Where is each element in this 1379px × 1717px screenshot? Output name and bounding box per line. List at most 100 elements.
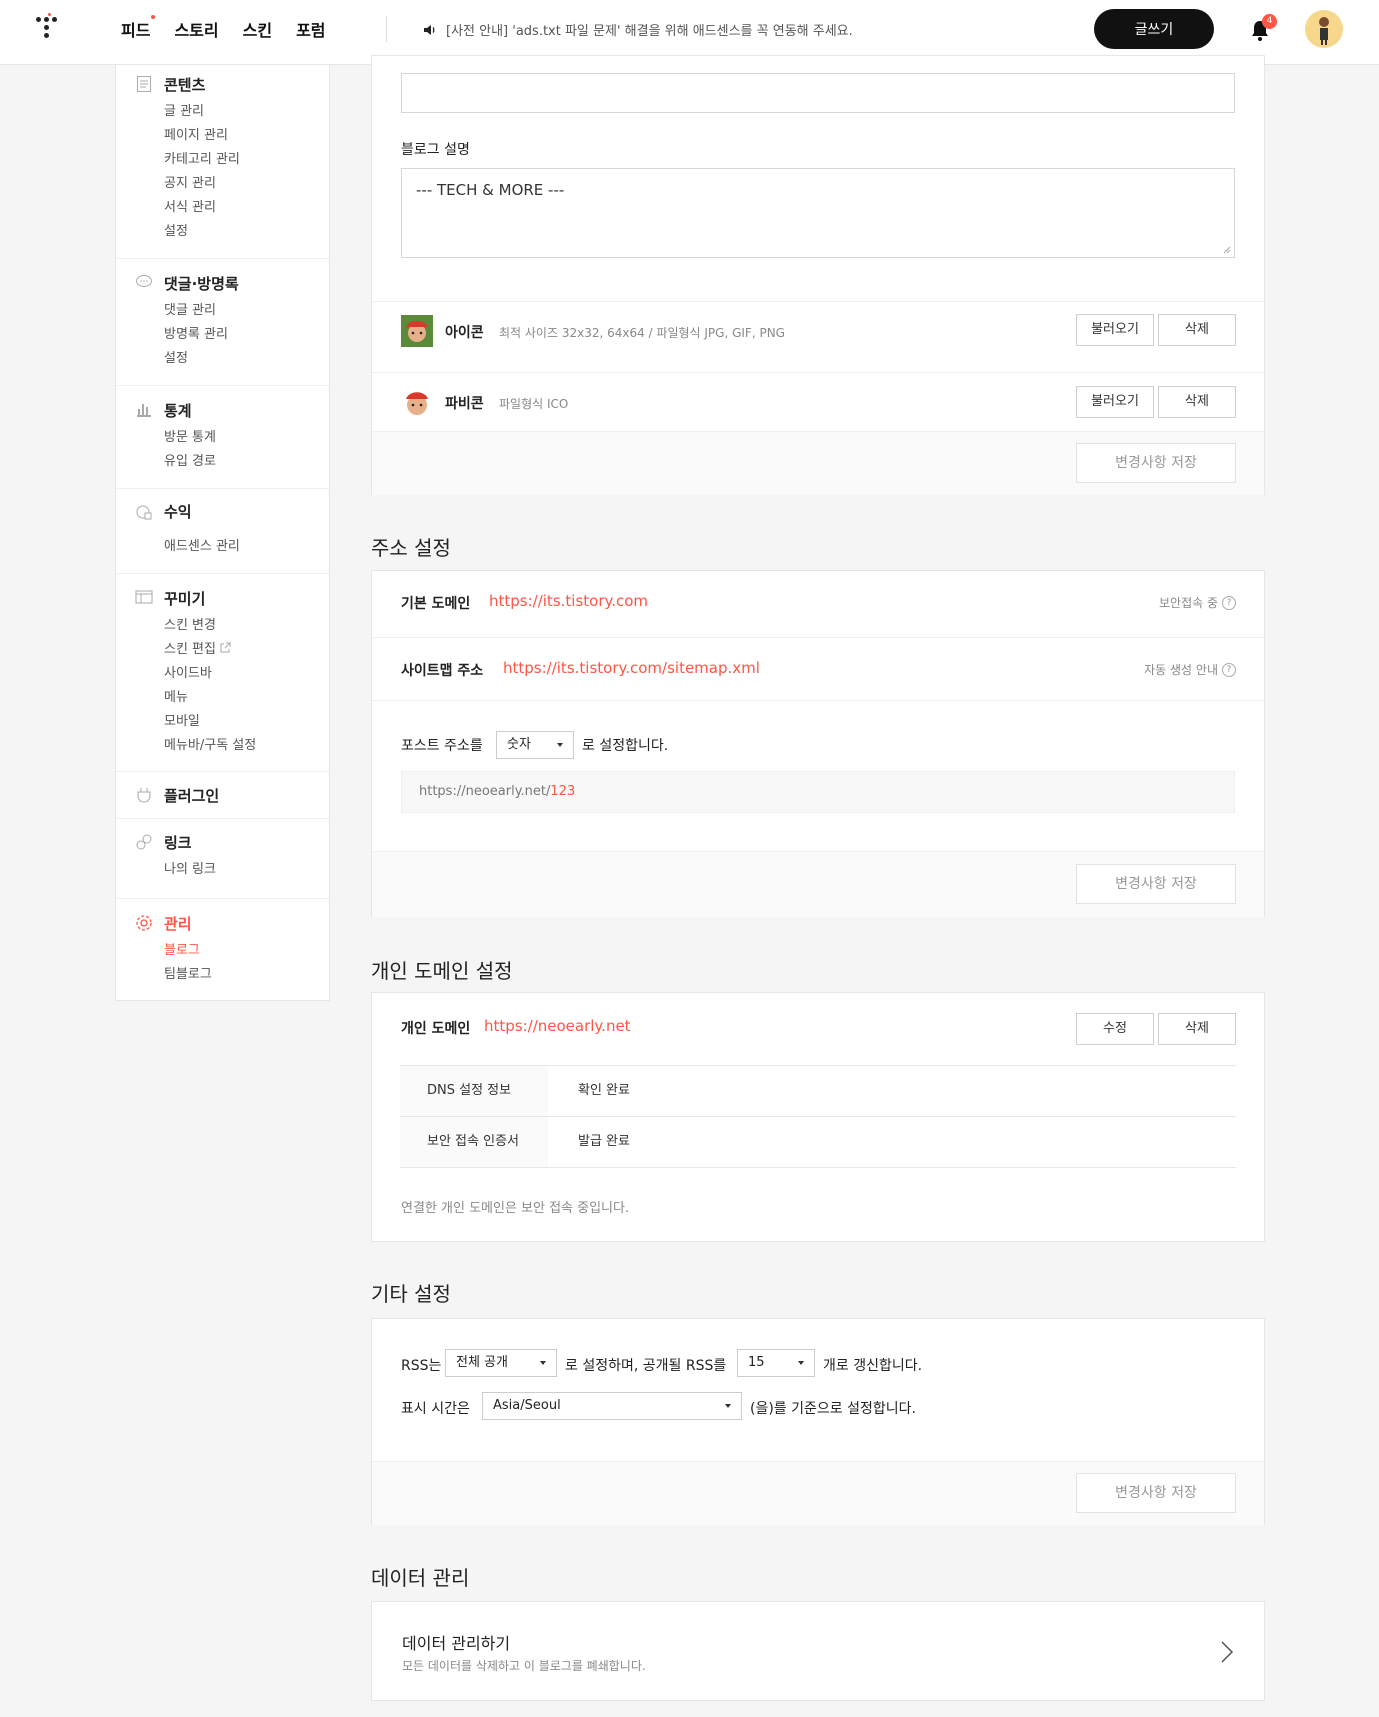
sidebar-item-comment-settings[interactable]: 설정 (164, 347, 228, 371)
sidebar-item-my-links[interactable]: 나의 링크 (164, 858, 216, 882)
sidebar-item-skin-edit[interactable]: 스킨 편집 (164, 638, 256, 662)
save-bar: 변경사항 저장 (372, 1461, 1264, 1525)
nav-skin[interactable]: 스킨 (243, 17, 272, 41)
custom-domain-link[interactable]: https://neoearly.net (484, 1017, 631, 1035)
resize-grip-icon[interactable] (1223, 246, 1231, 254)
address-panel: 기본 도메인 https://its.tistory.com 보안접속 중? 사… (371, 570, 1265, 917)
sitemap-help[interactable]: 자동 생성 안내? (1144, 661, 1236, 678)
secure-access-help[interactable]: 보안접속 중? (1159, 594, 1236, 611)
post-address-select[interactable]: 숫자 (496, 731, 574, 759)
new-dot (151, 15, 156, 19)
sidebar-item-menu[interactable]: 메뉴 (164, 686, 256, 710)
notice-text: [사전 안내] 'ads.txt 파일 문제' 해결을 위해 애드센스를 꼭 연… (446, 24, 853, 39)
sidebar-item-content-settings[interactable]: 설정 (164, 220, 240, 244)
sidebar-item-blog[interactable]: 블로그 (164, 939, 212, 963)
default-domain-link[interactable]: https://its.tistory.com (489, 592, 648, 610)
sidebar-item-visits[interactable]: 방문 통계 (164, 426, 216, 450)
gear-icon (136, 915, 152, 931)
custom-domain-panel: 개인 도메인 https://neoearly.net 수정 삭제 DNS 설정… (371, 992, 1265, 1242)
data-manage-title: 데이터 관리하기 (402, 1634, 511, 1653)
blog-info-save-button[interactable]: 변경사항 저장 (1076, 443, 1236, 483)
sidebar-item-adsense[interactable]: 애드센스 관리 (164, 535, 240, 559)
sidebar-item-sidebar[interactable]: 사이드바 (164, 662, 256, 686)
rss-count-select[interactable]: 15 (737, 1349, 815, 1377)
favicon-load-button[interactable]: 불러오기 (1076, 386, 1154, 418)
rss-visibility-select[interactable]: 전체 공개 (445, 1349, 557, 1377)
rss-visibility-value: 전체 공개 (456, 1355, 508, 1370)
etc-panel: RSS는 전체 공개 로 설정하며, 공개될 RSS를 15 개로 갱신합니다.… (371, 1318, 1265, 1525)
blog-desc-textarea[interactable]: --- TECH & MORE --- (401, 168, 1235, 258)
custom-domain-delete-button[interactable]: 삭제 (1158, 1013, 1236, 1045)
sidebar-item-comments[interactable]: 댓글 관리 (164, 299, 228, 323)
write-button[interactable]: 글쓰기 (1094, 9, 1214, 49)
document-icon (137, 76, 151, 92)
sidebar-group-plugins: 플러그인 (116, 772, 329, 819)
sidebar-item-menubar[interactable]: 메뉴바/구독 설정 (164, 734, 256, 758)
layout-icon (135, 590, 153, 604)
secure-access-text: 보안접속 중 (1158, 596, 1218, 610)
sidebar-item-categories[interactable]: 카테고리 관리 (164, 148, 240, 172)
sitemap-link[interactable]: https://its.tistory.com/sitemap.xml (503, 659, 760, 677)
sidebar-item-teamblog[interactable]: 팀블로그 (164, 963, 212, 987)
sidebar-item-referrers[interactable]: 유입 경로 (164, 450, 216, 474)
favicon-image (401, 386, 433, 418)
blog-desc-value: --- TECH & MORE --- (416, 181, 565, 199)
timezone-select[interactable]: Asia/Seoul (482, 1392, 742, 1420)
avatar[interactable] (1305, 10, 1343, 48)
address-save-button[interactable]: 변경사항 저장 (1076, 864, 1236, 904)
favicon-hint: 파일형식 ICO (499, 397, 569, 411)
sidebar-item-mobile[interactable]: 모바일 (164, 710, 256, 734)
ssl-cert-value: 발급 완료 (578, 1134, 630, 1149)
skin-edit-label: 스킨 편집 (164, 642, 216, 657)
sidebar-title-plugins[interactable]: 플러그인 (164, 785, 219, 806)
preview-base: https://neoearly.net/ (419, 784, 551, 799)
sidebar-title-comments[interactable]: 댓글·방명록 (164, 273, 239, 294)
nav-story[interactable]: 스토리 (174, 17, 218, 41)
sidebar-title-stats[interactable]: 통계 (164, 400, 192, 421)
sidebar-item-notices[interactable]: 공지 관리 (164, 172, 240, 196)
tistory-logo[interactable] (36, 13, 64, 44)
data-manage-link[interactable]: 데이터 관리하기 모든 데이터를 삭제하고 이 블로그를 폐쇄합니다. (371, 1601, 1265, 1701)
sidebar-item-guestbook[interactable]: 방명록 관리 (164, 323, 228, 347)
sidebar-title-design[interactable]: 꾸미기 (164, 588, 205, 609)
speech-bubble-icon (136, 275, 152, 287)
time-suffix: (을)를 기준으로 설정합니다. (750, 1401, 916, 1417)
favicon-delete-button[interactable]: 삭제 (1158, 386, 1236, 418)
sidebar-item-skin-change[interactable]: 스킨 변경 (164, 614, 256, 638)
etc-save-button[interactable]: 변경사항 저장 (1076, 1473, 1236, 1513)
top-nav: 피드 스토리 스킨 포럼 (121, 15, 326, 41)
notice-banner[interactable]: [사전 안내] 'ads.txt 파일 문제' 해결을 위해 애드센스를 꼭 연… (422, 20, 853, 39)
icon-load-button[interactable]: 불러오기 (1076, 314, 1154, 346)
data-manage-desc: 모든 데이터를 삭제하고 이 블로그를 폐쇄합니다. (402, 1659, 646, 1673)
custom-domain-edit-button[interactable]: 수정 (1076, 1013, 1154, 1045)
coin-icon (136, 505, 152, 520)
dns-info-key: DNS 설정 정보 (400, 1066, 548, 1116)
preview-number: 123 (550, 784, 576, 799)
notification-badge: 4 (1262, 14, 1277, 29)
icon-delete-button[interactable]: 삭제 (1158, 314, 1236, 346)
sidebar-title-manage[interactable]: 관리 (164, 913, 192, 934)
external-link-icon (220, 642, 231, 653)
question-icon: ? (1222, 662, 1236, 677)
time-prefix: 표시 시간은 (401, 1401, 470, 1417)
nav-forum[interactable]: 포럼 (296, 17, 325, 41)
sidebar-title-links[interactable]: 링크 (164, 832, 192, 853)
sidebar-title-revenue[interactable]: 수익 (164, 501, 192, 522)
blog-name-input[interactable] (401, 73, 1235, 113)
sidebar-group-revenue: 수익 애드센스 관리 (116, 489, 329, 574)
blog-icon-image (401, 315, 433, 347)
sidebar-group-content: 콘텐츠 글 관리 페이지 관리 카테고리 관리 공지 관리 서식 관리 설정 (116, 65, 329, 259)
sidebar-item-pages[interactable]: 페이지 관리 (164, 124, 240, 148)
row-divider (372, 700, 1264, 701)
nav-feed[interactable]: 피드 (121, 15, 156, 41)
nav-divider (386, 16, 387, 42)
sidebar: 콘텐츠 글 관리 페이지 관리 카테고리 관리 공지 관리 서식 관리 설정 댓… (115, 65, 330, 1001)
favicon-label: 파비콘 (445, 396, 484, 412)
sidebar-title-content[interactable]: 콘텐츠 (164, 74, 205, 95)
sidebar-item-templates[interactable]: 서식 관리 (164, 196, 240, 220)
sidebar-item-posts[interactable]: 글 관리 (164, 100, 240, 124)
blog-info-panel: 블로그 설명 --- TECH & MORE --- 아이콘 최적 사이즈 32… (371, 55, 1265, 495)
dropdown-caret-icon (540, 1361, 546, 1365)
row-divider (372, 372, 1264, 373)
icon-label: 아이콘 (445, 325, 484, 341)
